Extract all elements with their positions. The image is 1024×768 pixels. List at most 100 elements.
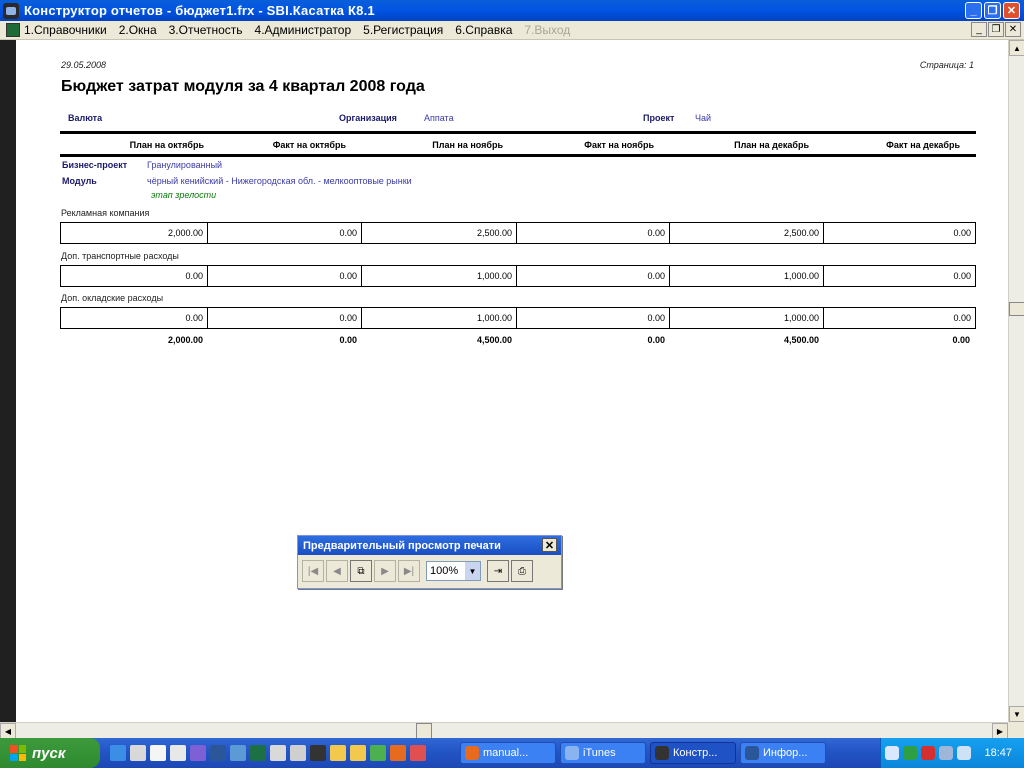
business-project-value: Гранулированный [147, 160, 223, 170]
calculator-icon[interactable] [290, 745, 306, 761]
app-icon[interactable] [170, 745, 186, 761]
toolbar-title: Предварительный просмотр печати [303, 539, 501, 552]
mdi-restore-button[interactable]: ❐ [988, 22, 1004, 37]
taskbar-item[interactable]: iTunes [560, 742, 646, 764]
table-cell: 0.00 [517, 266, 670, 286]
column-header: План на октябрь [129, 140, 204, 150]
minimize-button[interactable]: _ [965, 2, 982, 19]
column-header: Факт на декабрь [886, 140, 960, 150]
start-button[interactable]: пуск [0, 738, 100, 768]
scroll-down-icon[interactable]: ▼ [1009, 706, 1024, 722]
menu-item-reports[interactable]: 3.Отчетность [169, 23, 243, 37]
table-cell: 0.00 [953, 228, 971, 238]
excel-icon[interactable] [250, 745, 266, 761]
taskbar-item[interactable]: Инфор... [740, 742, 826, 764]
table-cell: 0.00 [208, 223, 362, 243]
table-row: 0.00 0.00 1,000.00 0.00 1,000.00 0.00 [60, 307, 976, 329]
close-button[interactable]: ✕ [1003, 2, 1020, 19]
next-page-button[interactable]: ▶ [374, 560, 396, 582]
pages-icon[interactable]: ⧉ [350, 560, 372, 582]
table-cell: 1,000.00 [362, 266, 517, 286]
column-header: Факт на октябрь [272, 140, 346, 150]
mdi-minimize-button[interactable]: _ [971, 22, 987, 37]
scroll-right-icon[interactable]: ▶ [992, 723, 1008, 739]
menu-item-windows[interactable]: 2.Окна [119, 23, 157, 37]
network-icon[interactable] [903, 746, 917, 760]
table-cell: 0.00 [208, 266, 362, 286]
header-rule-bottom [60, 154, 976, 157]
horizontal-scroll-thumb[interactable] [416, 723, 432, 739]
menu-item-admin[interactable]: 4.Администратор [255, 23, 352, 37]
horizontal-scrollbar[interactable]: ◀ ▶ [0, 722, 1008, 739]
row-label: Доп. окладские расходы [61, 293, 164, 303]
start-label: пуск [32, 744, 66, 762]
report-date: 29.05.2008 [61, 60, 107, 70]
media-icon[interactable] [190, 745, 206, 761]
taskbar-item-label: Констр... [673, 747, 718, 759]
column-header: План на декабрь [734, 140, 809, 150]
last-page-button[interactable]: ▶| [398, 560, 420, 582]
exit-preview-button[interactable]: ⇥ [487, 560, 509, 582]
toolbar-titlebar[interactable]: Предварительный просмотр печати ✕ [298, 536, 561, 555]
menu-item-registration[interactable]: 5.Регистрация [363, 23, 443, 37]
table-cell: 0.00 [517, 223, 670, 243]
toolbar-close-button[interactable]: ✕ [542, 538, 557, 552]
taskbar-item-label: iTunes [583, 747, 616, 759]
table-row: 0.00 0.00 1,000.00 0.00 1,000.00 0.00 [60, 265, 976, 287]
app-icon[interactable] [230, 745, 246, 761]
network-icon[interactable] [130, 745, 146, 761]
antivirus-icon[interactable] [921, 746, 935, 760]
scroll-up-icon[interactable]: ▲ [1009, 40, 1024, 56]
print-button[interactable]: ⎙ [511, 560, 533, 582]
module-label: Модуль [62, 176, 97, 186]
word-icon[interactable] [210, 745, 226, 761]
info-icon[interactable] [150, 745, 166, 761]
app-icon[interactable] [3, 2, 19, 19]
taskbar-item-active[interactable]: Констр... [650, 742, 736, 764]
mdi-close-button[interactable]: ✕ [1005, 22, 1021, 37]
scroll-left-icon[interactable]: ◀ [0, 723, 16, 739]
prev-page-button[interactable]: ◀ [326, 560, 348, 582]
restore-button[interactable]: ❐ [984, 2, 1001, 19]
document-icon[interactable] [6, 23, 20, 37]
menu-item-help[interactable]: 6.Справка [455, 23, 512, 37]
taskbar-item-label: Инфор... [763, 747, 808, 759]
window-title: Конструктор отчетов - бюджет1.frx - SBI.… [24, 3, 375, 18]
taskbar-item[interactable]: manual... [460, 742, 556, 764]
row-label: Рекламная компания [61, 208, 150, 218]
zoom-value: 100% [430, 565, 459, 577]
total-cell: 0.00 [952, 335, 970, 345]
tray-icon[interactable] [939, 746, 953, 760]
system-tray: 18:47 [880, 738, 1024, 768]
organization-value: Аппата [424, 113, 454, 123]
totals-row: 2,000.00 0.00 4,500.00 0.00 4,500.00 0.0… [60, 333, 976, 347]
menu-bar: 1.Справочники 2.Окна 3.Отчетность 4.Адми… [0, 21, 1024, 40]
chevron-down-icon[interactable]: ▼ [465, 562, 480, 580]
total-cell: 4,500.00 [783, 335, 819, 345]
currency-label: Валюта [68, 113, 103, 123]
menu-item-exit: 7.Выход [524, 23, 571, 37]
user-icon[interactable] [957, 746, 971, 760]
ie-icon[interactable] [110, 745, 126, 761]
tray-arrow-icon[interactable] [885, 746, 899, 760]
table-cell: 0.00 [953, 271, 971, 281]
folder-icon[interactable] [330, 745, 346, 761]
app-icon[interactable] [310, 745, 326, 761]
stage-label: этап зрелости [151, 190, 217, 200]
menu-item-directories[interactable]: 1.Справочники [24, 23, 107, 37]
vertical-scrollbar[interactable]: ▲ ▼ [1008, 40, 1024, 722]
total-cell: 2,000.00 [167, 335, 203, 345]
opera-icon[interactable] [410, 745, 426, 761]
firefox-icon[interactable] [390, 745, 406, 761]
total-cell: 4,500.00 [476, 335, 512, 345]
app-icon[interactable] [370, 745, 386, 761]
vertical-scroll-thumb[interactable] [1009, 302, 1024, 316]
zoom-select[interactable]: 100% ▼ [426, 561, 481, 581]
app-icon [655, 746, 669, 760]
header-rule-top [60, 131, 976, 134]
first-page-button[interactable]: |◀ [302, 560, 324, 582]
folder-icon[interactable] [350, 745, 366, 761]
app-icon[interactable] [270, 745, 286, 761]
table-cell: 0.00 [61, 308, 208, 328]
table-cell: 1,000.00 [670, 266, 824, 286]
